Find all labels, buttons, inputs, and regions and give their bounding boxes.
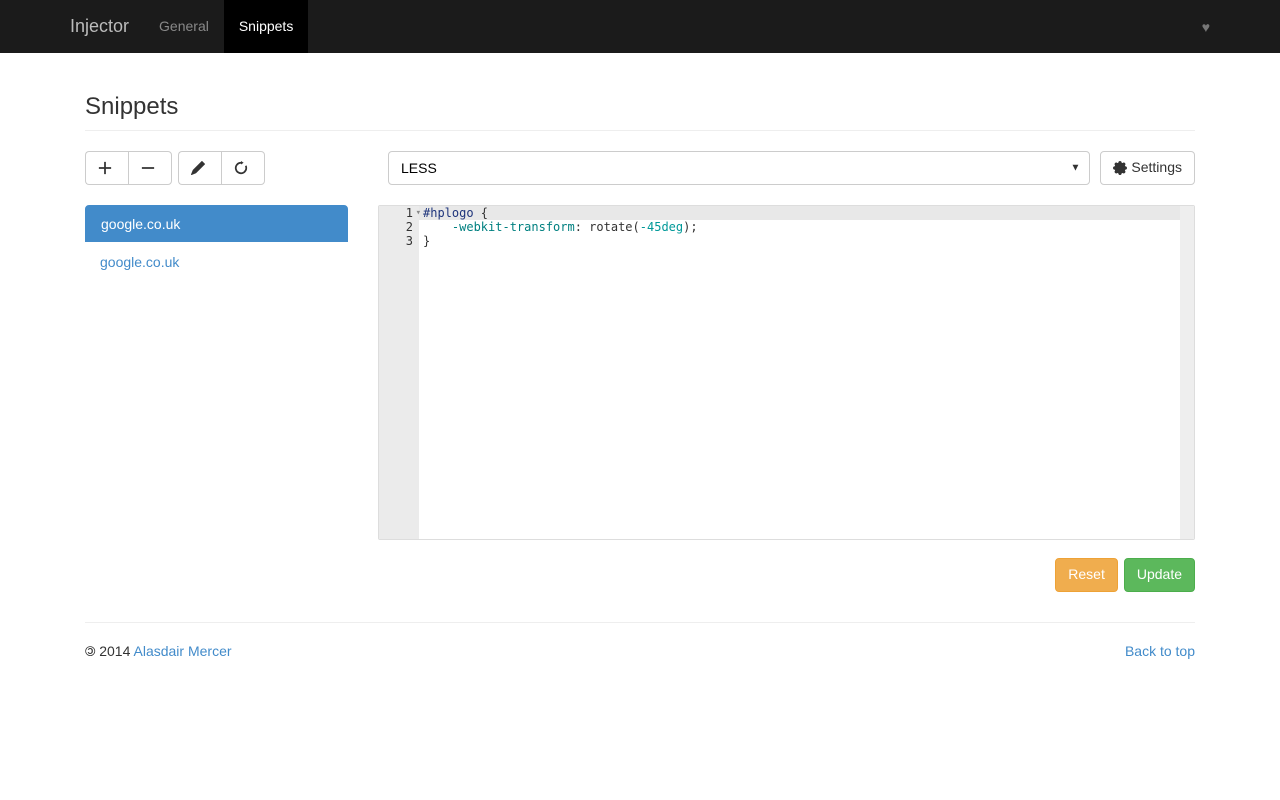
page-title: Snippets <box>85 93 1195 121</box>
settings-label: Settings <box>1131 158 1182 178</box>
code-editor[interactable]: 1 2 3 #hplogo { -webkit-transform: rotat… <box>378 205 1195 540</box>
clone-button[interactable] <box>221 151 265 185</box>
copyleft-icon: © <box>85 643 95 659</box>
footer-year: 2014 <box>99 643 130 659</box>
navbar: Injector General Snippets ♥ <box>0 0 1280 53</box>
pencil-icon <box>191 161 205 175</box>
back-to-top-link[interactable]: Back to top <box>1125 643 1195 659</box>
line-number: 3 <box>379 234 419 248</box>
refresh-icon <box>234 161 248 175</box>
line-number: 2 <box>379 220 419 234</box>
editor-content[interactable]: #hplogo { -webkit-transform: rotate(-45d… <box>419 206 1194 539</box>
page-header: Snippets <box>85 93 1195 131</box>
plus-icon <box>98 161 112 175</box>
tab-general[interactable]: General <box>144 0 224 53</box>
settings-button[interactable]: Settings <box>1100 151 1195 185</box>
mode-select[interactable]: LESS <box>388 151 1090 185</box>
add-remove-group <box>85 151 172 185</box>
reset-button[interactable]: Reset <box>1055 558 1118 592</box>
heart-icon[interactable]: ♥ <box>1202 19 1210 35</box>
minus-icon <box>141 161 155 175</box>
tab-snippets[interactable]: Snippets <box>224 0 308 53</box>
edit-clone-group <box>178 151 265 185</box>
update-button[interactable]: Update <box>1124 558 1195 592</box>
author-link[interactable]: Alasdair Mercer <box>134 643 232 659</box>
footer: © 2014 Alasdair Mercer Back to top <box>85 622 1195 659</box>
remove-button[interactable] <box>128 151 172 185</box>
editor-gutter: 1 2 3 <box>379 206 419 539</box>
list-item[interactable]: google.co.uk <box>85 205 348 243</box>
mode-select-wrap: LESS ▼ <box>388 151 1090 185</box>
snippet-list: google.co.uk google.co.uk <box>85 205 348 282</box>
list-item[interactable]: google.co.uk <box>85 242 348 282</box>
edit-button[interactable] <box>178 151 221 185</box>
brand: Injector <box>55 0 144 53</box>
gear-icon <box>1113 161 1127 175</box>
add-button[interactable] <box>85 151 128 185</box>
line-number: 1 <box>379 206 419 220</box>
